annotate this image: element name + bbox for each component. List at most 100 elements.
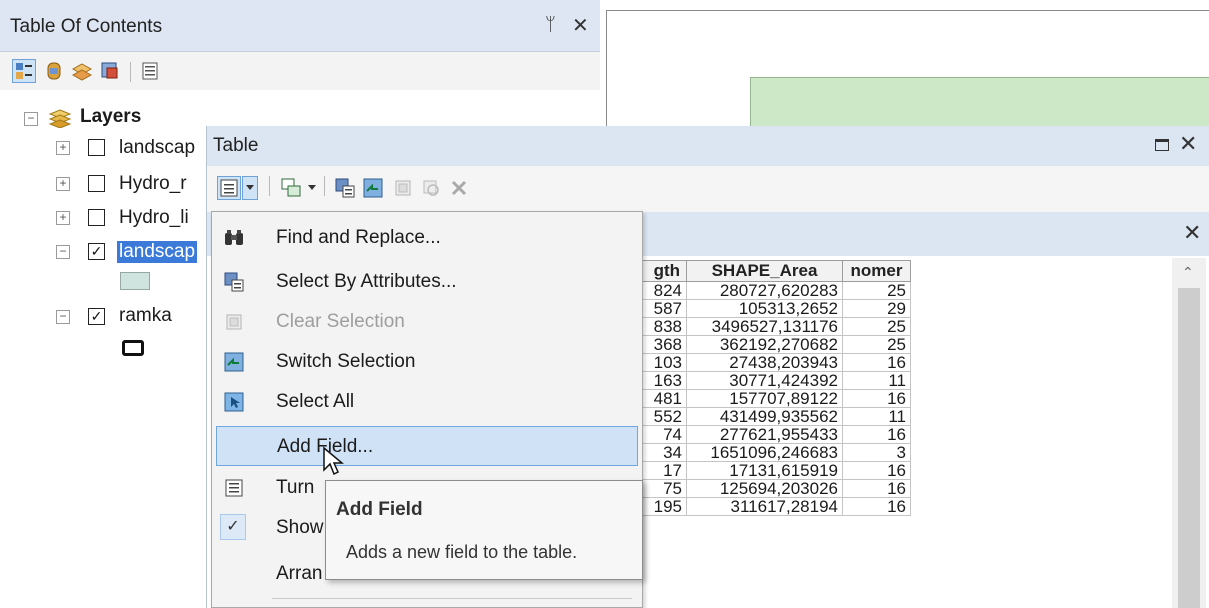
related-tables-dropdown-arrow-icon[interactable] [305,176,319,200]
pin-icon[interactable]: ᛘ [545,14,556,35]
clear-selection-icon[interactable] [391,176,415,200]
select-by-attributes-icon[interactable] [333,176,357,200]
table-row[interactable]: 74 277621,955433 16 [632,425,911,444]
collapse-toggle[interactable]: − [24,112,38,126]
vertical-scrollbar[interactable]: ⌃ [1172,258,1206,608]
frame-symbol-icon[interactable] [122,340,144,356]
table-cell[interactable]: 105313,2652 [686,299,843,318]
menu-item-select-by-attributes[interactable]: Select By Attributes... [216,262,638,302]
table-cell[interactable]: 25 [842,335,911,354]
check-icon: ✓ [220,514,246,540]
column-header[interactable]: SHAPE_Area [686,260,843,282]
delete-selected-icon[interactable] [447,176,471,200]
table-row[interactable]: 481 157707,89122 16 [632,389,911,408]
table-row[interactable]: 368 362192,270682 25 [632,335,911,354]
zoom-to-selected-icon[interactable] [419,176,443,200]
menu-item-switch-selection[interactable]: Switch Selection [216,342,638,382]
expand-toggle[interactable]: + [56,141,70,155]
table-row[interactable]: 163 30771,424392 11 [632,371,911,390]
table-cell[interactable]: 3 [842,443,911,462]
list-by-selection-icon[interactable] [98,59,122,83]
table-cell[interactable]: 16 [842,497,911,516]
layer-label[interactable]: Hydro_r [119,173,187,195]
list-by-visibility-icon[interactable] [70,59,94,83]
tab-close-icon[interactable]: ✕ [1183,220,1201,246]
scroll-up-arrow-icon[interactable]: ⌃ [1182,264,1194,281]
menu-item-clear-selection[interactable]: Clear Selection [216,302,638,342]
expand-toggle[interactable]: + [56,177,70,191]
table-row[interactable]: 103 27438,203943 16 [632,353,911,372]
layer-visibility-checkbox[interactable] [88,209,105,226]
table-cell[interactable]: 30771,424392 [686,371,843,390]
related-tables-icon[interactable] [279,176,303,200]
table-row[interactable]: 75 125694,203026 16 [632,479,911,498]
menu-item-label: Show [276,517,324,538]
expand-toggle[interactable]: + [56,211,70,225]
layer-visibility-checkbox[interactable]: ✓ [88,308,105,325]
table-cell[interactable]: 157707,89122 [686,389,843,408]
table-cell[interactable]: 11 [842,371,911,390]
toc-close-icon[interactable]: ✕ [572,13,589,38]
table-cell[interactable]: 16 [842,479,911,498]
table-row[interactable]: 17 17131,615919 16 [632,461,911,480]
layer-visibility-checkbox[interactable]: ✓ [88,243,105,260]
layer-label[interactable]: Hydro_li [119,207,189,229]
menu-item-add-field[interactable]: Add Field... [216,426,638,466]
table-cell[interactable]: 11 [842,407,911,426]
table-cell[interactable]: 311617,28194 [686,497,843,516]
menu-item-label: Clear Selection [276,311,405,332]
collapse-toggle[interactable]: − [56,310,70,324]
table-cell[interactable]: 16 [842,461,911,480]
table-cell[interactable]: 25 [842,317,911,336]
table-cell[interactable]: 277621,955433 [686,425,843,444]
binoculars-icon [222,226,246,250]
table-cell[interactable]: 17131,615919 [686,461,843,480]
collapse-toggle[interactable]: − [56,245,70,259]
table-row[interactable]: 838 3496527,131176 25 [632,317,911,336]
menu-separator [272,598,632,599]
table-row[interactable]: 824 280727,620283 25 [632,281,911,300]
table-cell[interactable]: 3496527,131176 [686,317,843,336]
switch-selection-icon[interactable] [361,176,385,200]
table-row[interactable]: 552 431499,935562 11 [632,407,911,426]
table-cell[interactable]: 1651096,246683 [686,443,843,462]
table-cell[interactable]: 280727,620283 [686,281,843,300]
table-cell[interactable]: 431499,935562 [686,407,843,426]
table-close-icon[interactable]: ✕ [1179,131,1197,157]
options-icon[interactable] [138,59,162,83]
attribute-table: gth SHAPE_Area nomer 824 280727,620283 25 5… [632,260,911,516]
toolbar-separator [324,176,325,196]
layer-visibility-checkbox[interactable] [88,175,105,192]
table-cell[interactable]: 29 [842,299,911,318]
table-row[interactable]: 587 105313,2652 29 [632,299,911,318]
table-row[interactable]: 195 311617,28194 16 [632,497,911,516]
polygon-symbol-swatch[interactable] [120,272,150,290]
layer-label[interactable]: ramka [119,305,172,327]
menu-item-select-all[interactable]: Select All [216,382,638,422]
table-options-icon[interactable] [217,176,241,200]
menu-item-find-and-replace[interactable]: Find and Replace... [216,218,638,258]
layer-visibility-checkbox[interactable] [88,139,105,156]
table-options-dropdown-arrow-icon[interactable] [242,176,258,200]
table-cell[interactable]: 125694,203026 [686,479,843,498]
table-cell[interactable]: 27438,203943 [686,353,843,372]
column-header[interactable]: nomer [842,260,911,282]
table-cell[interactable]: 16 [842,425,911,444]
list-by-source-icon[interactable] [42,59,66,83]
list-by-drawing-order-icon[interactable] [12,59,36,83]
table-row[interactable]: 34 1651096,246683 3 [632,443,911,462]
layer-label[interactable]: landscap [119,137,195,159]
table-cell[interactable]: 362192,270682 [686,335,843,354]
map-view[interactable] [606,10,1209,137]
layer-label-selected[interactable]: landscap [117,241,198,263]
scrollbar-thumb[interactable] [1178,288,1200,608]
table-cell[interactable]: 16 [842,353,911,372]
layers-icon [48,108,72,133]
toc-title-bar: Table Of Contents ᛘ ✕ [0,0,600,52]
tooltip-title: Add Field [336,499,423,520]
table-cell[interactable]: 16 [842,389,911,408]
maximize-icon[interactable] [1155,139,1169,151]
table-cell[interactable]: 25 [842,281,911,300]
select-all-icon [222,390,246,414]
layers-root-label[interactable]: Layers [80,106,141,128]
